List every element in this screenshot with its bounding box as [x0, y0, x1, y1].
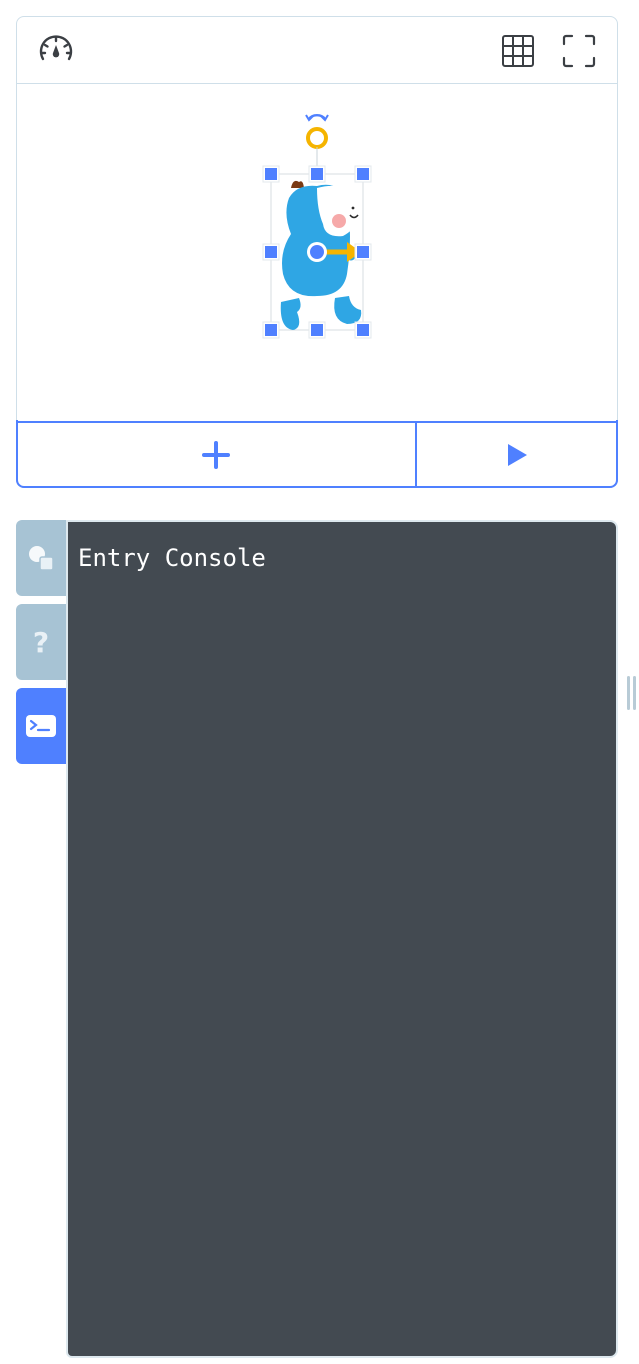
- tab-object[interactable]: [16, 520, 66, 596]
- sprite-selection[interactable]: [17, 84, 617, 421]
- play-icon: [508, 444, 527, 466]
- terminal-icon: [26, 715, 56, 737]
- question-mark-icon: ?: [32, 625, 50, 659]
- console-output: Entry Console: [78, 544, 266, 572]
- speedometer-icon[interactable]: [37, 32, 75, 70]
- stage-header: [17, 17, 617, 84]
- stage-controls: [17, 421, 617, 487]
- plus-icon: [202, 441, 230, 469]
- tab-console[interactable]: [16, 688, 66, 764]
- play-button[interactable]: [417, 423, 617, 487]
- object-shapes-icon: [29, 546, 54, 571]
- add-object-button[interactable]: [17, 423, 417, 487]
- entry-console[interactable]: Entry Console: [66, 520, 618, 1358]
- fullscreen-icon[interactable]: [560, 32, 598, 70]
- panel-resize-handle[interactable]: [627, 676, 637, 710]
- tab-help[interactable]: ?: [16, 604, 66, 680]
- stage-panel: [16, 16, 618, 488]
- stage-canvas[interactable]: [17, 84, 617, 421]
- rotate-arrow-icon[interactable]: [305, 114, 329, 122]
- grid-icon[interactable]: [499, 32, 537, 70]
- rotate-handle[interactable]: [306, 127, 328, 149]
